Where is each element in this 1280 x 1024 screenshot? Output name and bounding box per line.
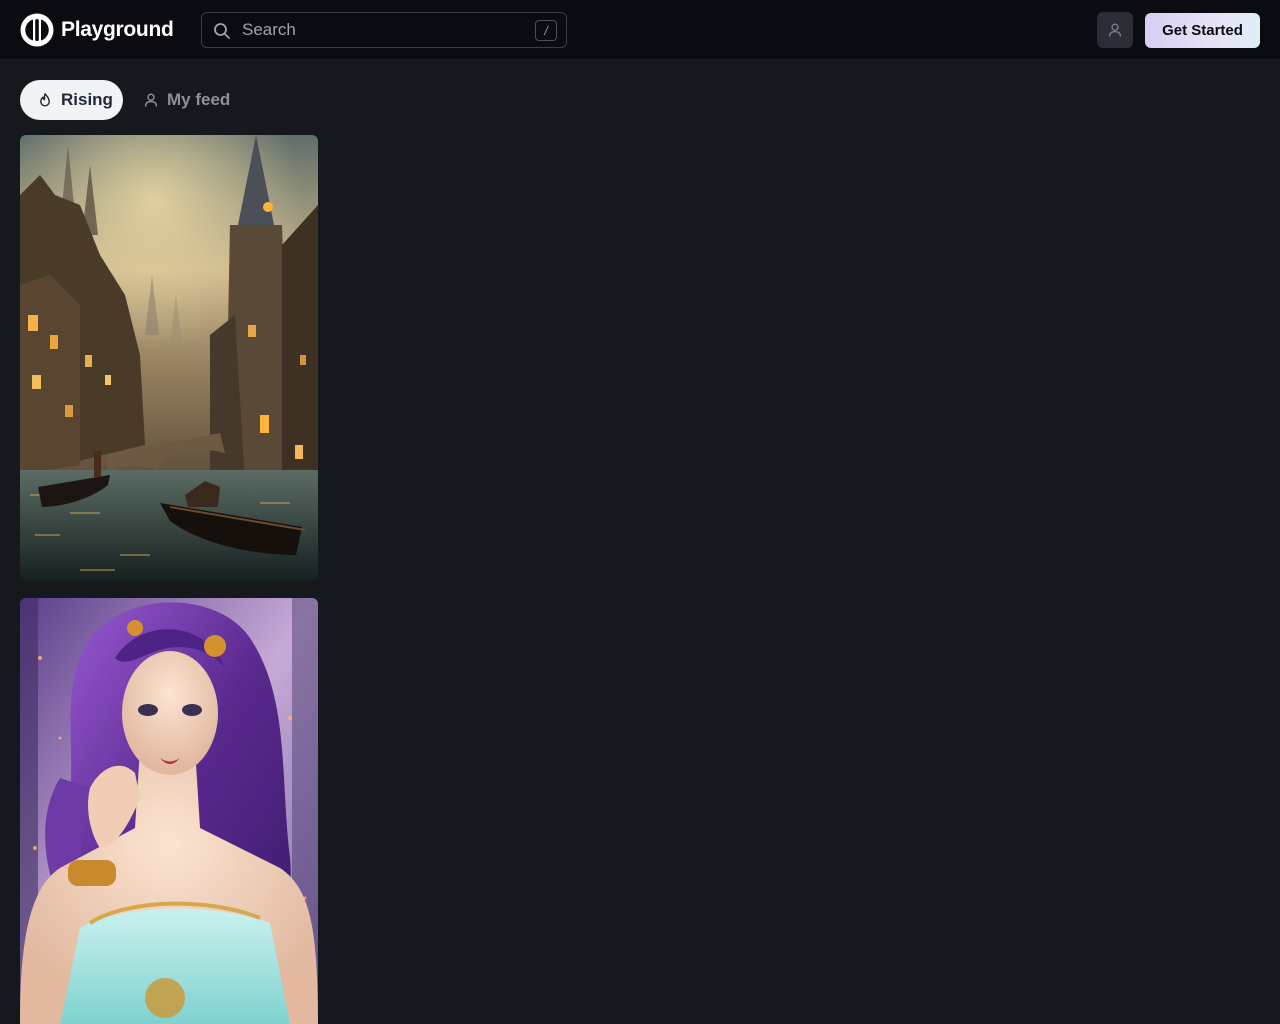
flame-icon bbox=[40, 93, 50, 107]
search-box[interactable]: / bbox=[201, 12, 567, 48]
tab-label: Rising bbox=[61, 90, 113, 109]
canal-city-image bbox=[20, 135, 318, 581]
gallery-image-card[interactable] bbox=[20, 598, 318, 1024]
brand-name: Playground bbox=[61, 18, 174, 41]
user-account-button[interactable] bbox=[1097, 12, 1133, 48]
tab-label: My feed bbox=[167, 90, 231, 109]
get-started-button[interactable]: Get Started bbox=[1145, 13, 1260, 48]
purple-hair-portrait-image bbox=[20, 598, 318, 1024]
top-bar: Playground / Get Started bbox=[0, 0, 1280, 60]
tab-my-feed[interactable]: My feed bbox=[136, 80, 246, 120]
user-icon bbox=[1108, 23, 1122, 37]
search-icon bbox=[214, 23, 230, 39]
tab-rising[interactable]: Rising bbox=[20, 80, 123, 120]
search-input[interactable] bbox=[242, 13, 522, 47]
search-shortcut-key: / bbox=[535, 20, 557, 41]
gallery-image-card[interactable] bbox=[20, 135, 318, 581]
brand-logo[interactable]: Playground bbox=[20, 13, 174, 47]
user-icon bbox=[144, 93, 158, 107]
playground-logo-icon bbox=[20, 13, 54, 47]
